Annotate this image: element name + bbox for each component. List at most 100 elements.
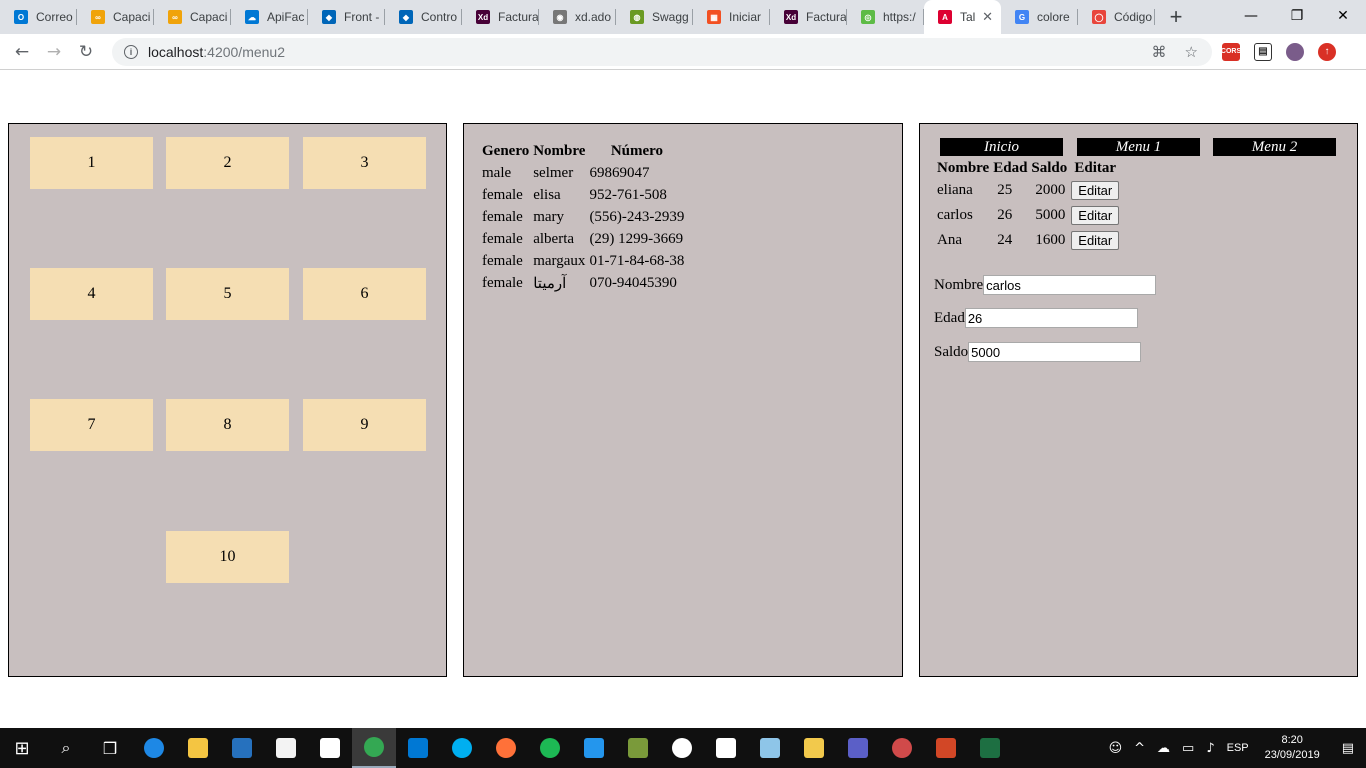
clock[interactable]: 8:20 23/09/2019	[1255, 733, 1330, 763]
cell-editar: Editar	[1069, 203, 1121, 228]
teams-icon[interactable]	[836, 728, 880, 768]
menu-2-link[interactable]: Menu 2	[1213, 138, 1336, 156]
browser-tab[interactable]: ◯ Código	[1078, 0, 1155, 34]
notifications-icon[interactable]: ▤	[1330, 741, 1366, 756]
document-icon[interactable]	[704, 728, 748, 768]
people-table: Genero Nombre Número male selmer 6986904…	[480, 140, 686, 294]
store-icon[interactable]	[264, 728, 308, 768]
tab-close-icon[interactable]: ✕	[982, 9, 993, 25]
excel-icon[interactable]	[968, 728, 1012, 768]
notes-icon[interactable]	[748, 728, 792, 768]
close-window-icon[interactable]: ✕	[1320, 0, 1366, 32]
cell-nombre: Ana	[937, 232, 962, 248]
edad-input[interactable]	[964, 308, 1138, 328]
task-view-icon[interactable]: ❒	[88, 728, 132, 768]
cors-extension-icon[interactable]: CORS	[1221, 42, 1241, 61]
browser-tab[interactable]: Gcolore	[1001, 0, 1078, 34]
network-icon[interactable]: ▭	[1176, 741, 1200, 756]
people-icon[interactable]: ☺	[1103, 741, 1129, 756]
tab-label: https:/	[883, 10, 916, 24]
column-header: Editar	[1074, 159, 1117, 176]
browser-tab[interactable]: ◆ Front -	[308, 0, 385, 34]
edit-button[interactable]: Editar	[1071, 181, 1120, 200]
back-icon[interactable]: ←	[6, 36, 38, 68]
minimize-icon[interactable]: —	[1228, 0, 1274, 32]
onedrive-icon[interactable]: ☁	[1151, 741, 1176, 756]
spotify-icon[interactable]	[528, 728, 572, 768]
menu-inicio-link[interactable]: Inicio	[940, 138, 1063, 156]
column-header: Genero	[482, 142, 530, 159]
print-extension-icon[interactable]: ▤	[1254, 42, 1272, 61]
firefox-icon[interactable]	[484, 728, 528, 768]
forward-icon[interactable]: →	[38, 36, 70, 68]
git-icon[interactable]	[616, 728, 660, 768]
update-icon[interactable]: ↑	[1318, 42, 1336, 61]
address-bar[interactable]: i localhost:4200/menu2 ⌘ ☆	[112, 37, 1212, 66]
start-windows-icon[interactable]: ⊞	[0, 728, 44, 768]
cell-genero: female	[482, 252, 523, 269]
cell-editar: Editar	[1069, 228, 1121, 253]
browser-tab[interactable]: A Tal ✕	[924, 0, 1001, 34]
powershell-icon[interactable]	[220, 728, 264, 768]
browser-tab[interactable]: ◎ https:/	[847, 0, 924, 34]
new-tab-button[interactable]: +	[1161, 0, 1191, 34]
grid-box: 5	[166, 268, 289, 320]
tab-favicon-icon: ◍	[630, 10, 644, 24]
edad-form-row: Edad	[934, 308, 1138, 328]
browser-tab[interactable]: ◍ Swagg	[616, 0, 693, 34]
tab-favicon-icon: ◉	[553, 10, 567, 24]
vscode-icon[interactable]	[396, 728, 440, 768]
cell-numero: 01-71-84-68-38	[589, 252, 685, 269]
translate-icon[interactable]: ⌘	[1152, 43, 1167, 61]
skype-icon[interactable]	[440, 728, 484, 768]
cell-numero: (29) 1299-3669	[589, 230, 684, 247]
cell-genero: female	[482, 230, 523, 247]
browser-tab[interactable]: Xd Factura	[462, 0, 539, 34]
bookmark-star-icon[interactable]: ☆	[1185, 43, 1198, 61]
chrome-icon[interactable]	[352, 728, 396, 768]
menu-1-link[interactable]: Menu 1	[1077, 138, 1200, 156]
paint-icon[interactable]	[880, 728, 924, 768]
grid-box: 9	[303, 399, 426, 451]
tab-label: ApiFac	[267, 10, 305, 24]
site-info-icon[interactable]: i	[124, 44, 138, 59]
grid-box: 4	[30, 268, 153, 320]
show-hidden-icon[interactable]: ^	[1128, 741, 1151, 756]
file-explorer-icon[interactable]	[176, 728, 220, 768]
edad-label: Edad	[934, 309, 965, 326]
profile-avatar[interactable]	[1286, 42, 1304, 61]
browser-tab[interactable]: ◆ Contro	[385, 0, 462, 34]
table-row: female elisa 952-761-508	[480, 184, 686, 206]
tab-label: xd.ado	[575, 10, 612, 24]
edit-button[interactable]: Editar	[1071, 231, 1120, 250]
tab-label: Factura	[806, 10, 847, 24]
tab-favicon-icon: Xd	[476, 10, 490, 24]
language-indicator[interactable]: ESP	[1221, 742, 1255, 754]
browser-tab[interactable]: Xd Factura	[770, 0, 847, 34]
docker-icon[interactable]	[572, 728, 616, 768]
edit-button[interactable]: Editar	[1071, 206, 1120, 225]
browser-tab[interactable]: ∞ Capaci	[154, 0, 231, 34]
clients-panel: Inicio Menu 1 Menu 2 Nombre Edad Saldo E…	[919, 123, 1358, 677]
taskbar: ⊞ ⌕ ❒ ☺ ^ ☁ ▭ ♪ ESP 8:20 23/09/2019 ▤	[0, 728, 1366, 768]
mail-icon[interactable]	[308, 728, 352, 768]
browser-tab[interactable]: ◉ xd.ado	[539, 0, 616, 34]
powerpoint-icon[interactable]	[924, 728, 968, 768]
saldo-input[interactable]	[968, 342, 1142, 362]
cell-genero: female	[482, 186, 523, 203]
table-row: eliana 25 2000 Editar	[935, 178, 1121, 203]
volume-icon[interactable]: ♪	[1200, 741, 1220, 756]
browser-tab[interactable]: ▦ Iniciar	[693, 0, 770, 34]
reload-icon[interactable]: ↻	[70, 36, 102, 68]
browser-tab[interactable]: ∞ Capaci	[77, 0, 154, 34]
cell-numero: 69869047	[589, 164, 650, 181]
nombre-input[interactable]	[983, 275, 1157, 295]
ubuntu-icon[interactable]	[660, 728, 704, 768]
edge-icon[interactable]	[132, 728, 176, 768]
browser-tab[interactable]: O Correo	[0, 0, 77, 34]
folder-icon[interactable]	[792, 728, 836, 768]
restore-icon[interactable]: ❐	[1274, 0, 1320, 32]
browser-tab[interactable]: ☁ ApiFac	[231, 0, 308, 34]
search-icon[interactable]: ⌕	[44, 728, 88, 768]
table-row: female alberta (29) 1299-3669	[480, 228, 686, 250]
